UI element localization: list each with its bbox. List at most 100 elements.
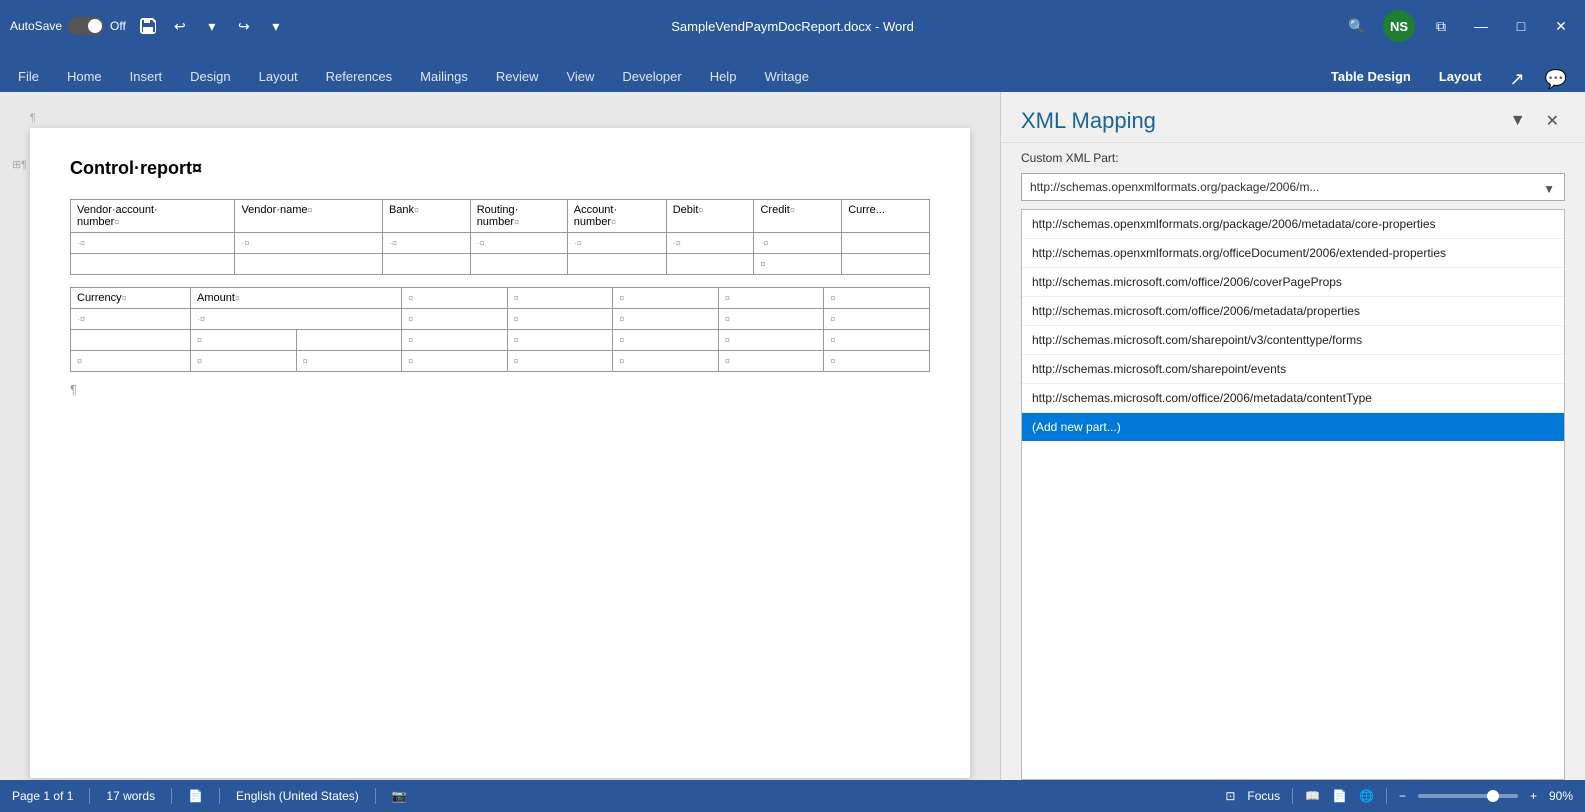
xml-dropdown-container: http://schemas.openxmlformats.org/packag… — [1001, 169, 1585, 209]
share-icon[interactable]: ↗ — [1503, 67, 1530, 92]
status-left: Page 1 of 1 17 words 📄 English (United S… — [12, 788, 407, 804]
title-bar-left: AutoSave Off ↩ ▾ ↪ ▾ — [10, 12, 532, 40]
autosave-toggle[interactable] — [68, 17, 104, 35]
app-name: Word — [883, 19, 914, 34]
table-row: ·¤ ·¤ ·¤ ·¤ ·¤ ·¤ ·¤ — [71, 233, 930, 254]
toggle-knob — [88, 19, 102, 33]
tab-layout2[interactable]: Layout — [1425, 61, 1496, 92]
final-para-mark: ¶ — [70, 382, 930, 397]
document-table-2[interactable]: Currency¤ Amount¤ ¤ ¤ ¤ ¤ ¤ ·¤ ·¤ ¤ ¤ — [70, 287, 930, 372]
focus-icon[interactable]: ⊡ — [1225, 789, 1235, 803]
track-changes-icon[interactable]: 📷 — [392, 789, 407, 803]
tab-mailings[interactable]: Mailings — [406, 61, 482, 92]
document-table[interactable]: Vendor·account·number¤ Vendor·name¤ Bank… — [70, 199, 930, 275]
col-empty5: ¤ — [824, 288, 930, 309]
maximize-icon[interactable]: □ — [1507, 12, 1535, 40]
col-header-account: Account·number¤ — [567, 200, 666, 233]
col-header-vendor-account: Vendor·account·number¤ — [71, 200, 235, 233]
autosave-state: Off — [110, 19, 126, 33]
xml-list-item[interactable]: http://schemas.openxmlformats.org/office… — [1022, 239, 1564, 268]
status-divider-5 — [1292, 788, 1293, 804]
xml-items-list: http://schemas.openxmlformats.org/packag… — [1021, 209, 1565, 780]
status-divider-4 — [375, 788, 376, 804]
zoom-out-icon[interactable]: − — [1399, 789, 1406, 803]
close-icon[interactable]: ✕ — [1547, 12, 1575, 40]
status-divider — [89, 788, 90, 804]
col-header-currency: Curre... — [842, 200, 930, 233]
xml-part-label: Custom XML Part: — [1001, 143, 1585, 169]
col-empty1: ¤ — [402, 288, 508, 309]
xml-list-item[interactable]: http://schemas.openxmlformats.org/packag… — [1022, 210, 1564, 239]
status-bar: Page 1 of 1 17 words 📄 English (United S… — [0, 780, 1585, 812]
ribbon-tabs: File Home Insert Design Layout Reference… — [0, 52, 1585, 92]
word-count: 17 words — [106, 789, 155, 803]
tab-insert[interactable]: Insert — [116, 61, 177, 92]
zoom-thumb — [1487, 790, 1499, 802]
xml-list-item[interactable]: http://schemas.microsoft.com/office/2006… — [1022, 384, 1564, 413]
title-bar-right: 🔍 NS ⧉ — □ ✕ — [1053, 10, 1575, 42]
customize-icon[interactable]: ▾ — [262, 12, 290, 40]
col-header-debit: Debit¤ — [666, 200, 754, 233]
redo-icon[interactable]: ↪ — [230, 12, 258, 40]
table-row: ¤ ¤ ¤ ¤ ¤ ¤ — [71, 330, 930, 351]
xml-panel-controls: ▼ ✕ — [1504, 109, 1565, 133]
read-mode-icon[interactable]: 📖 — [1305, 789, 1320, 803]
tab-table-design[interactable]: Table Design — [1317, 61, 1425, 92]
table-row: ¤ ¤ ¤ ¤ ¤ ¤ ¤ ¤ — [71, 351, 930, 372]
tab-design[interactable]: Design — [176, 61, 244, 92]
web-layout-icon[interactable]: 🌐 — [1359, 789, 1374, 803]
xml-list-item[interactable]: http://schemas.microsoft.com/sharepoint/… — [1022, 355, 1564, 384]
filename: SampleVendPaymDocReport.docx — [671, 19, 871, 34]
tab-writage[interactable]: Writage — [750, 61, 823, 92]
title-bar: AutoSave Off ↩ ▾ ↪ ▾ SampleVendPaymDocRe… — [0, 0, 1585, 52]
tab-references[interactable]: References — [312, 61, 406, 92]
undo-icon[interactable]: ↩ — [166, 12, 194, 40]
xml-list-item[interactable]: http://schemas.microsoft.com/sharepoint/… — [1022, 326, 1564, 355]
tab-view[interactable]: View — [552, 61, 608, 92]
status-right: ⊡ Focus 📖 📄 🌐 − + 90% — [1225, 788, 1573, 804]
minimize-icon[interactable]: — — [1467, 12, 1495, 40]
tab-review[interactable]: Review — [482, 61, 553, 92]
tab-developer[interactable]: Developer — [608, 61, 695, 92]
status-divider-6 — [1386, 788, 1387, 804]
comment-icon[interactable]: 💬 — [1539, 67, 1573, 92]
zoom-level: 90% — [1549, 789, 1573, 803]
focus-label: Focus — [1247, 789, 1280, 803]
zoom-in-icon[interactable]: + — [1530, 789, 1537, 803]
document-title-text: Control·report¤ — [70, 158, 930, 179]
xml-list-item-add-new[interactable]: (Add new part...) — [1022, 413, 1564, 441]
left-margin-mark: ⊞¶ — [12, 158, 27, 171]
user-avatar[interactable]: NS — [1383, 10, 1415, 42]
search-icon[interactable]: 🔍 — [1343, 12, 1371, 40]
tab-file[interactable]: File — [4, 61, 53, 92]
xml-list-item[interactable]: http://schemas.microsoft.com/office/2006… — [1022, 268, 1564, 297]
tab-help[interactable]: Help — [696, 61, 751, 92]
print-layout-icon[interactable]: 📄 — [1332, 789, 1347, 803]
tab-layout[interactable]: Layout — [245, 61, 312, 92]
xml-part-dropdown[interactable]: http://schemas.openxmlformats.org/packag… — [1021, 173, 1565, 201]
document-title: SampleVendPaymDocReport.docx - Word — [532, 19, 1054, 34]
zoom-slider[interactable] — [1418, 794, 1518, 798]
document-area: ¶ ⊞¶ Control·report¤ Vendor·account·numb… — [0, 92, 1000, 780]
xml-panel-collapse-btn[interactable]: ▼ — [1504, 110, 1532, 132]
tab-home[interactable]: Home — [53, 61, 116, 92]
autosave-section: AutoSave Off — [10, 17, 126, 35]
restore-window-icon[interactable]: ⧉ — [1427, 12, 1455, 40]
col-header-vendor-name: Vendor·name¤ — [235, 200, 383, 233]
doc-formatting-marks: ¶ — [30, 112, 36, 124]
table-row: ¤ — [71, 254, 930, 275]
document-page[interactable]: ⊞¶ Control·report¤ Vendor·account·number… — [30, 128, 970, 778]
undo-dropdown-icon[interactable]: ▾ — [198, 12, 226, 40]
xml-panel-close-btn[interactable]: ✕ — [1540, 109, 1565, 133]
col-header-credit: Credit¤ — [754, 200, 842, 233]
save-icon[interactable] — [134, 12, 162, 40]
status-divider-2 — [171, 788, 172, 804]
separator: - — [875, 19, 883, 34]
autosave-label: AutoSave — [10, 19, 62, 33]
xml-list-item[interactable]: http://schemas.microsoft.com/office/2006… — [1022, 297, 1564, 326]
xml-panel-title: XML Mapping — [1021, 108, 1156, 134]
col-header-bank: Bank¤ — [382, 200, 470, 233]
page-info: Page 1 of 1 — [12, 789, 73, 803]
col-header-routing: Routing·number¤ — [470, 200, 567, 233]
proofing-icon[interactable]: 📄 — [188, 789, 203, 803]
